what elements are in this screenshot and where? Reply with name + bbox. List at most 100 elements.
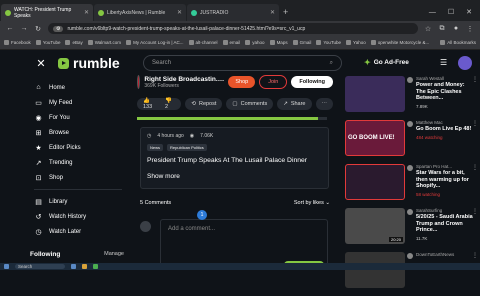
browser-menu-icon[interactable]: ⋮ bbox=[466, 25, 474, 33]
rec-video-title[interactable]: Star Wars for a bit, then warming up for… bbox=[416, 170, 475, 190]
bookmark-item[interactable]: Facebook bbox=[4, 40, 31, 45]
bookmark-item[interactable]: Gmail bbox=[292, 40, 311, 45]
dislike-button[interactable]: 👎 2 bbox=[165, 98, 175, 110]
recommended-video[interactable]: Sarah Westall Power and Money: The Epic C… bbox=[345, 76, 478, 120]
channel-avatar[interactable] bbox=[407, 121, 413, 127]
recommended-video[interactable]: 20:20 SarahSurfing 5/20/25 - Saudi Arabia … bbox=[345, 208, 478, 252]
close-window-icon[interactable]: ✕ bbox=[466, 4, 472, 21]
following-button[interactable]: Following bbox=[291, 76, 333, 88]
comments-button[interactable]: ▢ Comments bbox=[226, 98, 274, 110]
video-thumbnail[interactable] bbox=[345, 252, 405, 288]
sort-dropdown[interactable]: Sort by likes ⌄ bbox=[294, 200, 330, 206]
browser-tab-2[interactable]: LibertyAxisNews | Rumble ✕ bbox=[94, 4, 186, 21]
rec-video-title[interactable]: Go Boom Live Ep 48! bbox=[416, 126, 475, 133]
channel-avatar[interactable] bbox=[407, 209, 413, 215]
shop-button[interactable]: Shop bbox=[228, 76, 256, 88]
maximize-icon[interactable]: ☐ bbox=[448, 4, 454, 21]
bookmark-item[interactable]: openwhite Motorcycle &... bbox=[370, 40, 429, 45]
sidebar-item-home[interactable]: ⌂ Home bbox=[28, 80, 128, 95]
bookmark-item[interactable]: My Account Log-in | AC... bbox=[126, 40, 184, 45]
close-menu-icon[interactable]: ✕ bbox=[28, 57, 54, 70]
rec-channel-name[interactable]: Spartan Pro Hat... bbox=[416, 164, 475, 169]
show-more-button[interactable]: Show more bbox=[147, 173, 322, 180]
tag[interactable]: Republican Politics bbox=[167, 144, 207, 151]
sidebar-item-watch-later[interactable]: ◷ Watch Later bbox=[28, 224, 128, 239]
more-options-icon[interactable]: ⋮ bbox=[472, 208, 478, 215]
rec-video-title[interactable]: Power and Money: The Epic Clashes Betwee… bbox=[416, 82, 475, 102]
bookmark-item[interactable]: YouTube bbox=[316, 40, 341, 45]
menu-icon[interactable]: ☰ bbox=[440, 58, 447, 67]
sidebar-item-browse[interactable]: ⊞ Browse bbox=[28, 125, 128, 140]
sidebar-item-trending[interactable]: ↗ Trending bbox=[28, 155, 128, 170]
more-options-icon[interactable]: ⋮ bbox=[472, 120, 478, 127]
channel-avatar[interactable] bbox=[407, 77, 413, 83]
rec-channel-name[interactable]: Sarah Westall bbox=[416, 76, 475, 81]
go-ad-free-button[interactable]: ✦ Go Ad-Free bbox=[364, 58, 409, 67]
back-icon[interactable]: ← bbox=[6, 25, 14, 32]
bookmark-star-icon[interactable]: ☆ bbox=[424, 25, 432, 33]
video-thumbnail[interactable] bbox=[345, 164, 405, 200]
comment-input[interactable]: Add a comment... bbox=[160, 219, 328, 267]
extensions-icon[interactable]: ⧉ bbox=[438, 25, 446, 33]
recommended-video[interactable]: GO BOOM LIVE! Matthew Mac Go Boom Live Ep … bbox=[345, 120, 478, 164]
like-button[interactable]: 👍 133 bbox=[143, 98, 159, 110]
sidebar-item-for-you[interactable]: ◉ For You bbox=[28, 110, 128, 125]
reload-icon[interactable]: ↻ bbox=[34, 25, 42, 33]
sidebar-item-watch-history[interactable]: ↺ Watch History bbox=[28, 209, 128, 224]
taskbar-app-icon[interactable] bbox=[82, 264, 87, 269]
bookmark-item[interactable]: Yahoo bbox=[346, 40, 366, 45]
rumble-logo[interactable]: rumble bbox=[58, 55, 120, 71]
video-thumbnail[interactable]: 20:20 bbox=[345, 208, 405, 244]
rec-channel-name[interactable]: DownToEarthNews bbox=[416, 252, 475, 257]
share-button[interactable]: ↗ Share bbox=[277, 98, 312, 110]
start-icon[interactable] bbox=[4, 264, 9, 269]
search-input[interactable]: Search ⌕ bbox=[143, 55, 342, 71]
rec-channel-name[interactable]: SarahSurfing bbox=[416, 208, 475, 213]
rec-channel-name[interactable]: Matthew Mac bbox=[416, 120, 475, 125]
new-tab-icon[interactable]: + bbox=[283, 4, 288, 21]
site-info-icon[interactable]: ⚙ bbox=[53, 25, 64, 32]
search-icon[interactable]: ⌕ bbox=[330, 60, 333, 67]
close-tab-icon[interactable]: ✕ bbox=[84, 9, 89, 16]
close-tab-icon[interactable]: ✕ bbox=[177, 9, 182, 16]
bookmark-item[interactable]: eBay bbox=[65, 40, 83, 45]
recommended-video[interactable]: Spartan Pro Hat... Star Wars for a bit, t… bbox=[345, 164, 478, 208]
bookmark-item[interactable]: Maps bbox=[269, 40, 288, 45]
manage-link[interactable]: Manage bbox=[104, 251, 124, 258]
bookmark-item[interactable]: All Bookmarks bbox=[440, 40, 476, 45]
user-avatar[interactable] bbox=[458, 56, 472, 70]
channel-avatar[interactable] bbox=[407, 165, 413, 171]
tag[interactable]: News bbox=[147, 144, 164, 151]
recommended-video[interactable]: DownToEarthNews ⋮ bbox=[345, 252, 478, 296]
url-field[interactable]: ⚙ rumble.com/v6bltp9-watch-president-tru… bbox=[48, 23, 418, 34]
bookmark-item[interactable]: YouTube bbox=[35, 40, 60, 45]
sidebar-item-my-feed[interactable]: ▭ My Feed bbox=[28, 95, 128, 110]
bookmark-item[interactable]: alt-channel bbox=[188, 40, 218, 45]
taskbar-search[interactable]: Search bbox=[15, 264, 65, 269]
channel-avatar[interactable] bbox=[407, 253, 413, 259]
taskbar-app-icon[interactable] bbox=[93, 264, 98, 269]
sidebar-item-library[interactable]: ▤ Library bbox=[28, 194, 128, 209]
video-thumbnail[interactable] bbox=[345, 76, 405, 112]
repost-button[interactable]: ⟲ Repost bbox=[185, 98, 223, 110]
bookmark-item[interactable]: email bbox=[222, 40, 240, 45]
join-button[interactable]: Join bbox=[259, 75, 288, 89]
bookmark-item[interactable]: Walmart.com bbox=[87, 40, 121, 45]
browser-tab-3[interactable]: JUSTRADIO ✕ bbox=[187, 4, 279, 21]
browser-tab-1[interactable]: WATCH: President Trump Speaks ✕ bbox=[1, 4, 93, 21]
rec-video-title[interactable]: 5/20/25 - Saudi Arabia Trump and Crown P… bbox=[416, 214, 475, 234]
bookmark-item[interactable]: yahoo bbox=[245, 40, 265, 45]
more-options-icon[interactable]: ⋮ bbox=[472, 252, 478, 259]
channel-avatar[interactable] bbox=[137, 75, 141, 89]
more-button[interactable]: ⋯ bbox=[315, 98, 333, 110]
minimize-icon[interactable]: — bbox=[429, 4, 436, 21]
channel-name[interactable]: Right Side Broadcastin... ✔ bbox=[144, 76, 224, 83]
forward-icon[interactable]: → bbox=[20, 25, 28, 32]
profile-icon[interactable]: ● bbox=[452, 25, 460, 32]
more-options-icon[interactable]: ⋮ bbox=[472, 76, 478, 83]
taskbar-app-icon[interactable] bbox=[71, 264, 76, 269]
more-options-icon[interactable]: ⋮ bbox=[472, 164, 478, 171]
video-thumbnail[interactable]: GO BOOM LIVE! bbox=[345, 120, 405, 156]
sidebar-item-editor-picks[interactable]: ★ Editor Picks bbox=[28, 140, 128, 155]
sidebar-item-shop[interactable]: ⊡ Shop bbox=[28, 170, 128, 185]
